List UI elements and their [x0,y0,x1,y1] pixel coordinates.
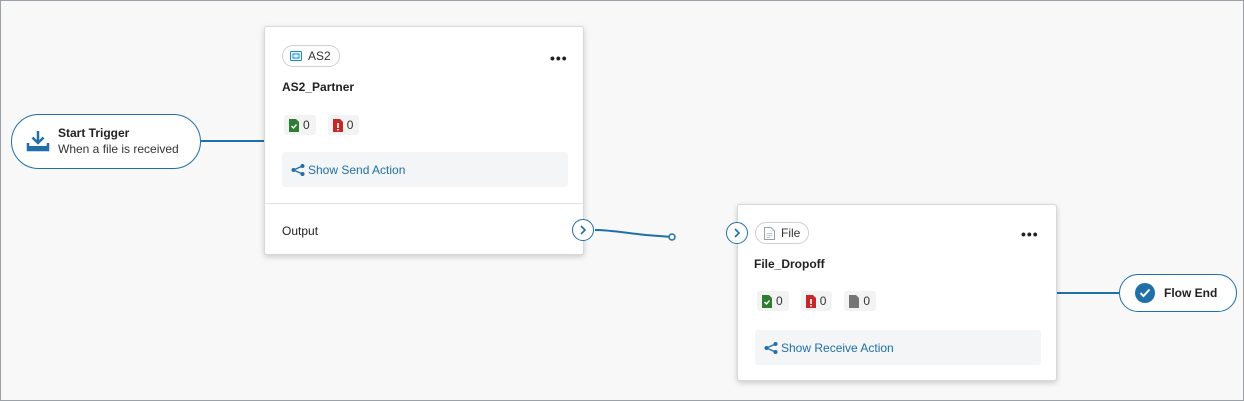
status-counts: 0 0 [284,115,371,135]
as2-icon [289,49,303,63]
share-icon [291,163,305,176]
error-count[interactable]: 0 [327,115,360,135]
pending-count-value: 0 [863,294,871,308]
success-count[interactable]: 0 [757,291,789,311]
file-dropoff-card[interactable]: File ••• File_Dropoff 0 0 0 Show Receive… [737,204,1057,381]
start-trigger-title: Start Trigger [58,126,130,140]
file-error-icon [805,294,816,308]
download-icon [26,129,50,153]
wire-dragging [594,229,673,238]
error-count-value: 0 [346,118,354,132]
flow-canvas[interactable]: Start Trigger When a file is received AS… [0,0,1244,401]
more-options-button[interactable]: ••• [1021,227,1039,241]
show-receive-action-button[interactable]: Show Receive Action [755,330,1041,365]
chevron-right-icon [734,228,741,238]
error-count[interactable]: 0 [800,291,833,311]
as2-partner-card[interactable]: AS2 ••• AS2_Partner 0 0 Show Send Action… [264,26,594,255]
check-circle-icon [1135,283,1155,303]
file-error-icon [332,118,343,132]
divider [265,203,583,204]
error-count-value: 0 [819,294,827,308]
more-options-button[interactable]: ••• [550,51,568,65]
connector-lines [201,140,1119,294]
tag-label: File [781,226,801,240]
pending-count[interactable]: 0 [844,291,877,311]
output-label: Output [282,224,319,238]
flow-end-label: Flow End [1164,286,1218,300]
chevron-right-icon [580,225,587,235]
input-port[interactable] [726,222,748,244]
file-pending-icon [849,294,860,308]
start-trigger-node[interactable]: Start Trigger When a file is received [11,114,201,169]
file-success-icon [289,118,299,132]
file-icon [762,226,776,240]
success-count-value: 0 [303,118,310,132]
card-title: AS2_Partner [282,80,355,94]
output-port[interactable] [572,219,594,241]
card-title: File_Dropoff [754,257,825,271]
file-success-icon [762,294,772,308]
show-send-action-button[interactable]: Show Send Action [282,152,568,187]
success-count-value: 0 [776,294,783,308]
share-icon [764,341,778,354]
show-receive-action-label: Show Receive Action [781,340,894,355]
connector-type-tag: AS2 [282,45,340,67]
show-send-action-label: Show Send Action [308,162,406,177]
success-count[interactable]: 0 [284,115,316,135]
start-trigger-subtitle: When a file is received [58,142,179,156]
connector-type-tag: File [755,222,810,244]
status-counts: 0 0 0 [757,291,888,311]
tag-label: AS2 [308,49,331,63]
wire-drag-handle [668,233,676,241]
flow-end-node[interactable]: Flow End [1119,274,1237,312]
